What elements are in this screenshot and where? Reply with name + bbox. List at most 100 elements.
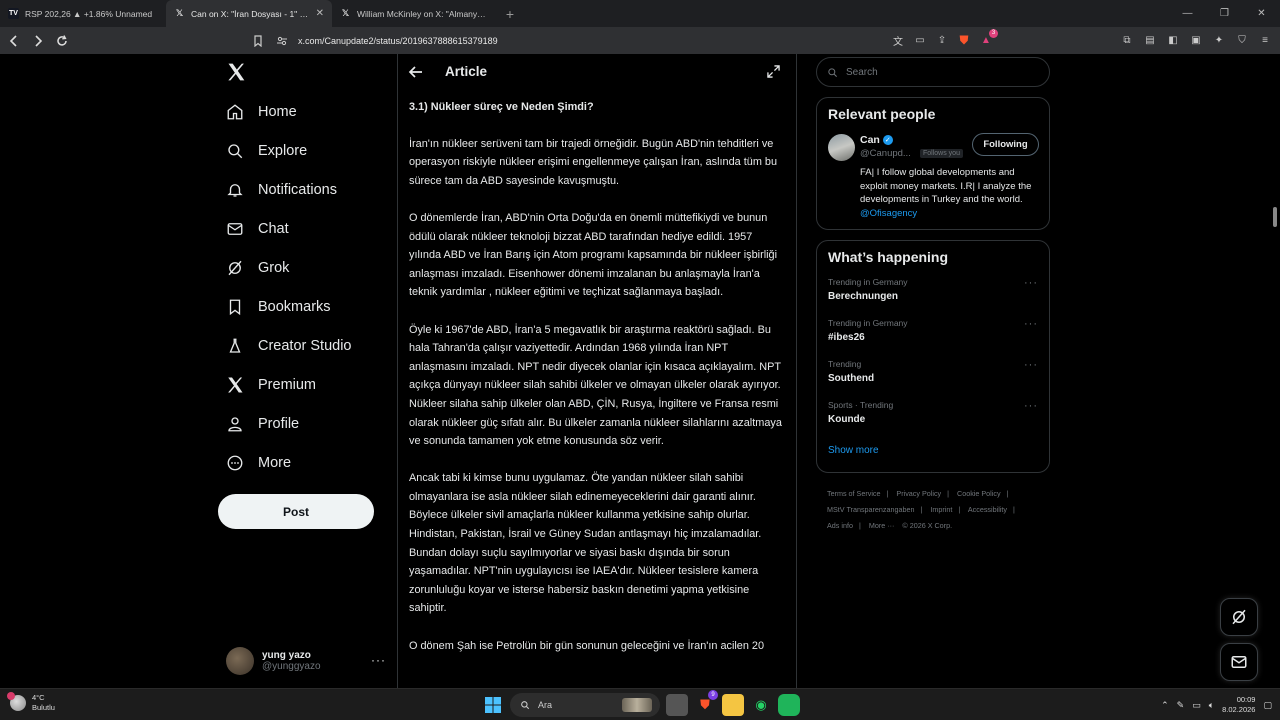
footer-link[interactable]: Terms of Service xyxy=(827,489,881,498)
tab-title: Can on X: "İran Dosyası - 1" / X xyxy=(191,8,310,19)
maximize-icon[interactable]: ❐ xyxy=(1206,0,1243,27)
more-dots-icon[interactable]: ··· xyxy=(1024,277,1038,289)
nav-label: Profile xyxy=(258,416,300,432)
more-dots-icon[interactable]: ··· xyxy=(371,653,386,667)
nav-explore[interactable]: Explore xyxy=(226,133,307,169)
relevant-person[interactable]: Can ✓ @Canupd... Follows you Following F… xyxy=(817,130,1049,225)
url-text: x.com/Canupdate2/status/2019637888615379… xyxy=(298,35,498,46)
x-logo-icon[interactable] xyxy=(226,62,246,82)
person-name[interactable]: Can xyxy=(860,134,880,146)
back-arrow-icon[interactable] xyxy=(408,64,424,80)
mail-icon xyxy=(227,223,243,235)
grok-fab-button[interactable] xyxy=(1220,598,1258,636)
more-dots-icon[interactable]: ··· xyxy=(1024,318,1038,330)
following-button[interactable]: Following xyxy=(972,133,1039,156)
more-dots-icon[interactable]: ··· xyxy=(1024,400,1038,412)
menu-icon[interactable]: ≡ xyxy=(1256,32,1274,50)
new-tab-button[interactable]: + xyxy=(498,0,522,27)
wallet-icon[interactable]: ▣ xyxy=(1187,32,1205,50)
task-view-icon[interactable] xyxy=(666,694,688,716)
show-more-link[interactable]: Show more xyxy=(817,437,1049,466)
cast-icon[interactable]: ▭ xyxy=(912,33,928,49)
footer-link[interactable]: Imprint xyxy=(930,505,952,514)
close-window-icon[interactable]: ✕ xyxy=(1243,0,1280,27)
nav-bookmarks[interactable]: Bookmarks xyxy=(226,289,331,325)
expand-icon[interactable] xyxy=(767,65,780,78)
footer-link[interactable]: Ads info xyxy=(827,521,853,530)
translate-icon[interactable]: 文 xyxy=(890,33,906,49)
flask-icon xyxy=(229,338,241,353)
nav-grok[interactable]: Grok xyxy=(226,250,289,286)
taskbar-search[interactable]: Ara xyxy=(510,693,660,717)
reload-button[interactable] xyxy=(52,31,72,51)
chat-app-icon[interactable] xyxy=(778,694,800,716)
clock[interactable]: 00:09 8.02.2026 xyxy=(1222,695,1255,715)
tray-chevron-icon[interactable]: ⌃ xyxy=(1161,700,1169,711)
nav-creator-studio[interactable]: Creator Studio xyxy=(226,328,352,364)
sidebar-icon[interactable]: ◧ xyxy=(1164,32,1182,50)
minimize-icon[interactable]: — xyxy=(1169,0,1206,27)
search-icon xyxy=(828,67,837,77)
weather-temp: 4°C xyxy=(32,693,45,702)
post-button[interactable]: Post xyxy=(218,494,374,529)
bell-icon xyxy=(227,184,243,197)
browser-tab-bar: TV RSP 202,26 ▲ +1.86% Unnamed 𝕏 Can on … xyxy=(0,0,1280,27)
trend-item[interactable]: Sports · Trending Kounde ··· xyxy=(817,396,1049,437)
tab-title: RSP 202,26 ▲ +1.86% Unnamed xyxy=(25,8,153,19)
more-dots-icon[interactable]: ··· xyxy=(1024,359,1038,371)
messages-fab-button[interactable] xyxy=(1220,643,1258,681)
footer-link[interactable]: More ··· xyxy=(869,521,895,530)
extensions-icon[interactable]: ⧉ xyxy=(1118,32,1136,50)
reading-list-icon[interactable]: ▤ xyxy=(1141,32,1159,50)
browser-tab-tradingview[interactable]: TV RSP 202,26 ▲ +1.86% Unnamed xyxy=(0,0,166,27)
whatsapp-icon[interactable]: ◉ xyxy=(750,694,772,716)
nav-premium[interactable]: Premium xyxy=(226,367,316,403)
vpn-icon[interactable]: ⛉ xyxy=(1233,32,1251,50)
person-name-row: Can ✓ xyxy=(860,134,893,146)
leo-ai-icon[interactable]: ✦ xyxy=(1210,32,1228,50)
nav-chat[interactable]: Chat xyxy=(226,211,289,247)
windows-start-icon[interactable] xyxy=(482,694,504,716)
pen-icon[interactable]: ✎ xyxy=(1177,700,1185,711)
avatar[interactable] xyxy=(828,134,855,161)
cloud-icon xyxy=(7,692,26,711)
footer-link[interactable]: MStV Transparenzangaben xyxy=(827,505,915,514)
bookmark-page-icon[interactable] xyxy=(252,34,264,47)
scrollbar-thumb[interactable] xyxy=(1273,207,1277,227)
footer-link[interactable]: Cookie Policy xyxy=(957,489,1001,498)
footer-link[interactable]: Privacy Policy xyxy=(896,489,941,498)
trend-item[interactable]: Trending in Germany #ibes26 ··· xyxy=(817,314,1049,355)
browser-tab-william[interactable]: 𝕏 William McKinley on X: "Almanya'da xyxy=(332,0,498,27)
trend-topic: Southend xyxy=(828,373,875,384)
page-scrollbar[interactable] xyxy=(1272,54,1278,688)
brave-rewards-icon[interactable]: ▲ 3 xyxy=(978,28,998,49)
nav-notifications[interactable]: Notifications xyxy=(226,172,337,208)
tab-close-icon[interactable]: ✕ xyxy=(316,8,324,19)
nav-profile[interactable]: Profile xyxy=(226,406,299,442)
footer-link[interactable]: Accessibility xyxy=(968,505,1007,514)
article-paragraph: Öyle ki 1967'de ABD, İran'a 5 megavatlık… xyxy=(409,323,782,448)
article-header-title: Article xyxy=(445,64,488,79)
search-input[interactable]: Search xyxy=(816,57,1050,87)
volume-icon[interactable]: 🔈︎ xyxy=(1209,700,1214,711)
address-bar[interactable]: x.com/Canupdate2/status/2019637888615379… xyxy=(252,28,1000,51)
file-explorer-icon[interactable] xyxy=(722,694,744,716)
trend-context: Trending in Germany xyxy=(828,318,908,328)
share-icon[interactable]: ⇪ xyxy=(934,33,950,49)
nav-home[interactable]: Home xyxy=(226,94,297,130)
forward-button[interactable] xyxy=(28,31,48,51)
site-settings-icon[interactable] xyxy=(276,35,288,47)
bio-link[interactable]: @Ofisagency xyxy=(860,208,917,219)
weather-widget[interactable]: 4°C Bulutlu xyxy=(7,692,55,713)
network-icon[interactable]: ▭ xyxy=(1192,700,1201,711)
trend-item[interactable]: Trending Southend ··· xyxy=(817,355,1049,396)
taskbar-apps: Ara ⛊ 9 ◉ xyxy=(482,690,800,717)
back-button[interactable] xyxy=(4,31,24,51)
brave-browser-icon[interactable]: ⛊ 9 xyxy=(694,690,718,716)
account-switcher[interactable]: yung yazo @yunggyazo ··· xyxy=(226,644,386,678)
brave-shields-icon[interactable]: ⛊ xyxy=(956,33,972,49)
notifications-icon[interactable]: ▢ xyxy=(1263,700,1272,711)
nav-more[interactable]: More xyxy=(226,445,291,481)
browser-tab-can[interactable]: 𝕏 Can on X: "İran Dosyası - 1" / X ✕ xyxy=(166,0,332,27)
trend-item[interactable]: Trending in Germany Berechnungen ··· xyxy=(817,273,1049,314)
